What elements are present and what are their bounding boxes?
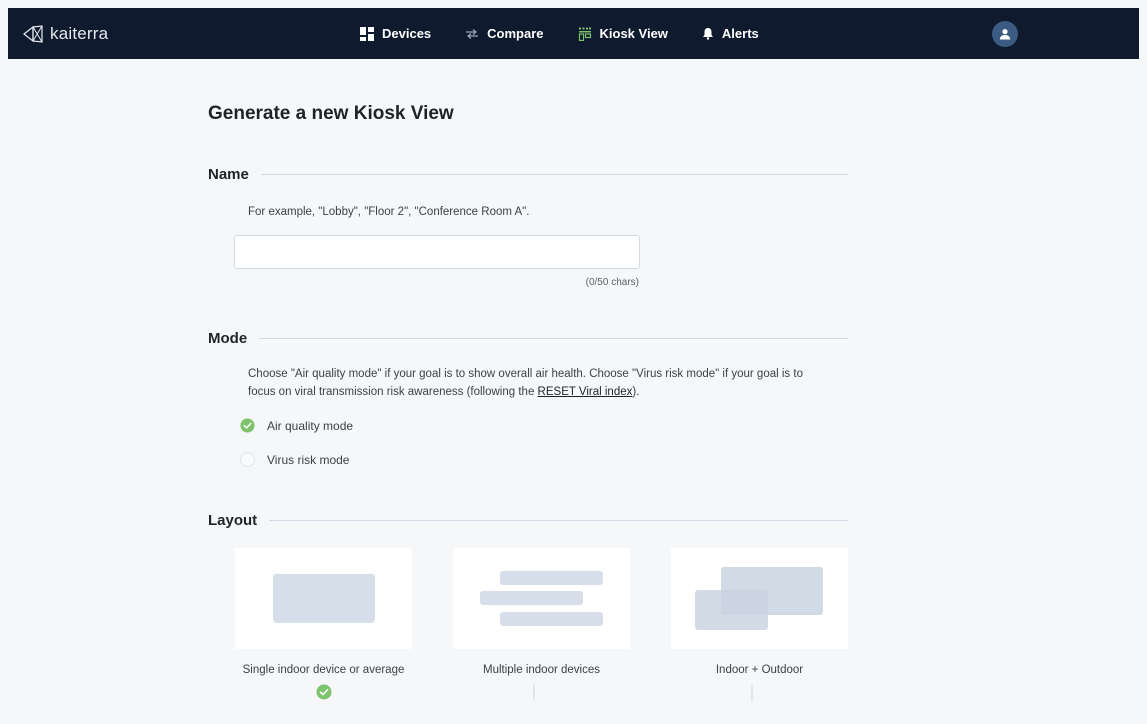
mode-help-prefix: focus on viral transmission risk awarene… [248, 386, 538, 398]
section-divider [260, 173, 848, 175]
section-divider [259, 337, 848, 339]
nav-item-devices[interactable]: Devices [360, 26, 431, 41]
layout-preview-bar [500, 571, 603, 585]
layout-radio-single-indoor[interactable] [316, 684, 332, 700]
layout-caption-multiple-indoor: Multiple indoor devices [483, 664, 600, 676]
layout-radio-indoor-outdoor[interactable] [751, 683, 767, 702]
section-divider [269, 519, 848, 521]
nav-item-compare[interactable]: Compare [465, 26, 544, 41]
check-circle-icon [316, 684, 332, 700]
nav-item-label: Compare [487, 26, 544, 41]
nav-item-label: Alerts [721, 26, 759, 41]
nav-item-label: Kiosk View [599, 26, 668, 41]
layout-card-single-indoor[interactable] [235, 548, 412, 649]
kiosk-name-input[interactable] [234, 235, 640, 269]
mode-option-label: Air quality mode [267, 418, 354, 433]
mode-section-label: Mode [208, 329, 248, 347]
mode-option-label: Virus risk mode [267, 452, 350, 467]
nav-item-kiosk-view[interactable]: Kiosk View [578, 26, 668, 41]
layout-radio-multiple-indoor[interactable] [533, 683, 549, 702]
layout-preview-bar [500, 612, 603, 626]
kiosk-icon [578, 27, 591, 41]
radio-unselected-icon [240, 452, 255, 467]
name-section-header: Name [208, 164, 848, 184]
mode-option-virus-risk[interactable]: Virus risk mode [240, 452, 349, 467]
mode-option-air-quality[interactable]: Air quality mode [240, 418, 353, 433]
name-section-label: Name [208, 165, 249, 183]
arrows-icon [466, 28, 479, 39]
name-help-text: For example, "Lobby", "Floor 2", "Confer… [248, 206, 530, 218]
user-avatar-button[interactable] [992, 21, 1018, 47]
mode-help-suffix: ). [632, 386, 640, 398]
kaiterra-logo-icon [23, 25, 43, 43]
mode-help-line-1: Choose "Air quality mode" if your goal i… [248, 368, 803, 380]
top-navigation-bar: kaiterra Devices Compare Kiosk View Aler… [8, 8, 1139, 59]
main-nav: Devices Compare Kiosk View Alerts [360, 8, 793, 59]
layout-caption-single-indoor: Single indoor device or average [242, 664, 405, 676]
page-title: Generate a new Kiosk View [208, 103, 454, 124]
mode-help-line-2: focus on viral transmission risk awarene… [248, 383, 848, 401]
layout-section-header: Layout [208, 510, 848, 530]
radio-unselected-icon [533, 683, 535, 702]
layout-caption-indoor-outdoor: Indoor + Outdoor [715, 664, 804, 676]
grid-icon [360, 26, 374, 41]
mode-section-header: Mode [208, 328, 848, 348]
kaiterra-logo[interactable]: kaiterra [22, 22, 108, 46]
layout-card-indoor-outdoor[interactable] [671, 548, 848, 649]
layout-preview-bar [480, 591, 583, 605]
name-char-count: (0/50 chars) [585, 277, 639, 288]
layout-card-multiple-indoor[interactable] [453, 548, 630, 649]
user-icon [999, 29, 1011, 40]
check-circle-icon [240, 418, 255, 433]
nav-item-alerts[interactable]: Alerts [702, 26, 759, 41]
nav-item-label: Devices [382, 26, 432, 41]
reset-viral-index-link[interactable]: RESET Viral index [538, 386, 633, 398]
layout-preview-block [273, 574, 375, 623]
layout-section-label: Layout [208, 511, 258, 529]
bell-icon [702, 28, 713, 40]
radio-unselected-icon [751, 683, 753, 702]
layout-preview-block [695, 590, 768, 630]
mode-help-text: Choose "Air quality mode" if your goal i… [248, 365, 848, 401]
logo-text: kaiterra [50, 24, 109, 43]
